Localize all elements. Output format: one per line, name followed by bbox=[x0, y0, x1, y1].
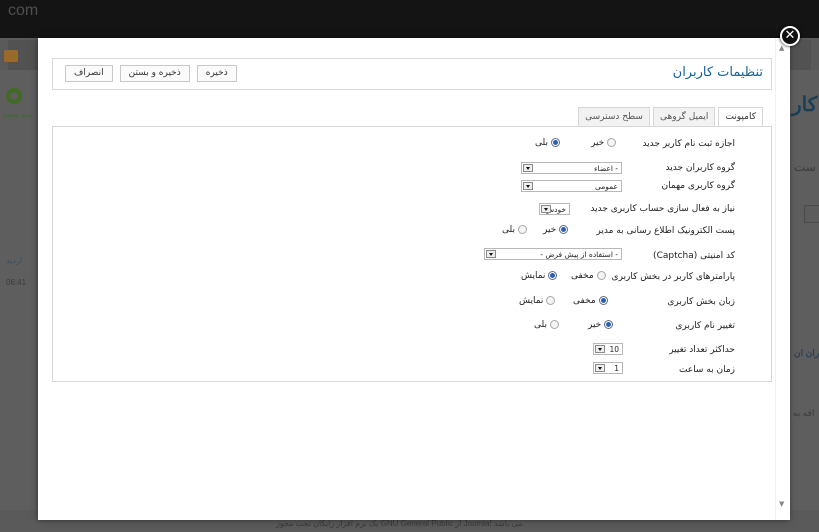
background-footer: یک نرم افزار رایگان تحت مجوز GNU General… bbox=[276, 519, 525, 528]
radio-checked-icon[interactable] bbox=[598, 296, 608, 305]
background-status-icon bbox=[6, 88, 22, 104]
background-side-heading: ران ان bbox=[794, 348, 819, 358]
chevron-down-icon bbox=[523, 182, 533, 190]
chevron-down-icon bbox=[595, 364, 605, 372]
radio-icon[interactable] bbox=[607, 138, 617, 147]
activation-label: نیاز به فعال سازی حساب کاربری جدید bbox=[590, 204, 735, 214]
modal-header: انصراف ذخیره و بستن ذخیره تنظیمات کاربرا… bbox=[52, 58, 772, 90]
user-settings-modal: انصراف ذخیره و بستن ذخیره تنظیمات کاربرا… bbox=[38, 38, 790, 520]
time-hours-label: زمان به ساعت bbox=[678, 365, 735, 375]
change-username-no[interactable]: خیر bbox=[588, 320, 614, 330]
modal-title: تنظیمات کاربران bbox=[672, 65, 763, 80]
save-button[interactable]: ذخیره bbox=[196, 65, 237, 82]
settings-panel: اجازه ثبت نام کاربر جدید خیر بلی گروه کا… bbox=[52, 126, 772, 382]
tab-component[interactable]: کامپونت bbox=[718, 107, 763, 128]
background-right-column bbox=[789, 70, 819, 510]
background-side-text: ست bbox=[794, 160, 816, 174]
save-close-button[interactable]: ذخیره و بستن bbox=[119, 65, 190, 82]
settings-tabs: کامپونت ایمیل گروهی سطح دسترسی bbox=[575, 107, 763, 128]
background-row-time: 06:41 bbox=[6, 278, 27, 287]
scroll-down-icon[interactable]: ▼ bbox=[779, 500, 784, 508]
captcha-select[interactable]: - استفاده از پیش فرض - bbox=[484, 248, 622, 260]
radio-icon[interactable] bbox=[517, 225, 527, 234]
allow-registration-label: اجازه ثبت نام کاربر جدید bbox=[642, 139, 735, 149]
radio-icon[interactable] bbox=[549, 320, 559, 329]
tab-permissions[interactable]: سطح دسترسی bbox=[578, 107, 650, 127]
modal-toolbar: انصراف ذخیره و بستن ذخیره bbox=[65, 65, 244, 82]
close-icon: ✕ bbox=[784, 28, 796, 43]
background-side-text-2: اقه به bbox=[793, 408, 815, 418]
new-user-group-label: گروه کاربران جدید bbox=[665, 163, 735, 173]
tab-mass-mail[interactable]: ایمیل گروهی bbox=[652, 107, 716, 127]
chevron-down-icon bbox=[595, 345, 605, 353]
close-modal-button[interactable]: ✕ bbox=[780, 26, 800, 46]
radio-checked-icon[interactable] bbox=[604, 320, 614, 329]
background-left-column bbox=[0, 70, 38, 510]
cancel-button[interactable]: انصراف bbox=[65, 65, 113, 82]
frontend-params-label: پارامترهای کاربر در بخش کاربری bbox=[611, 272, 735, 282]
chevron-down-icon bbox=[486, 250, 496, 258]
radio-checked-icon[interactable] bbox=[559, 225, 569, 234]
radio-checked-icon[interactable] bbox=[548, 271, 558, 280]
scroll-up-icon[interactable]: ▲ bbox=[779, 44, 784, 52]
modal-scrollbar[interactable]: ▲ ▼ bbox=[775, 38, 790, 520]
frontend-language-label: زبان بخش کاربری bbox=[667, 297, 735, 307]
allow-registration-yes[interactable]: بلی bbox=[535, 138, 560, 148]
max-changes-select[interactable]: 10 bbox=[593, 343, 623, 355]
max-changes-label: حداکثر تعداد تغییر bbox=[669, 345, 735, 355]
allow-registration-no[interactable]: خیر bbox=[591, 138, 617, 148]
frontend-params-hide[interactable]: مخفی bbox=[571, 271, 606, 281]
captcha-label: کد امنیتی (Captcha) bbox=[653, 251, 735, 261]
guest-user-group-select[interactable]: عمومی bbox=[521, 180, 622, 192]
radio-icon[interactable] bbox=[596, 271, 606, 280]
radio-icon[interactable] bbox=[546, 296, 556, 305]
frontend-language-show[interactable]: نمایش bbox=[519, 296, 556, 306]
time-hours-select[interactable]: 1 bbox=[593, 362, 623, 374]
chevron-down-icon bbox=[523, 164, 533, 172]
new-user-group-select[interactable]: - اعضاء bbox=[521, 162, 622, 174]
chevron-down-icon bbox=[541, 205, 551, 213]
guest-user-group-label: گروه کاربری مهمان bbox=[661, 181, 735, 191]
change-username-yes[interactable]: بلی bbox=[534, 320, 559, 330]
change-username-label: تغییر نام کاربری bbox=[675, 321, 735, 331]
notify-admin-label: پست الکترونیک اطلاع رسانی به مدیر bbox=[596, 226, 735, 236]
notify-admin-no[interactable]: خیر bbox=[543, 225, 569, 235]
background-right-title: کار bbox=[792, 94, 818, 116]
activation-select[interactable]: خودش bbox=[539, 203, 570, 215]
background-left-title: ندم محت bbox=[2, 110, 33, 119]
background-topbar: com bbox=[0, 0, 819, 38]
background-site-name: com bbox=[8, 2, 39, 19]
frontend-params-show[interactable]: نمایش bbox=[521, 271, 558, 281]
frontend-language-hide[interactable]: مخفی bbox=[573, 296, 608, 306]
radio-checked-icon[interactable] bbox=[550, 138, 560, 147]
background-row-text: اردید bbox=[6, 256, 23, 265]
notify-admin-yes[interactable]: بلی bbox=[502, 225, 527, 235]
background-folder-icon bbox=[4, 50, 18, 62]
background-input-box bbox=[804, 205, 819, 223]
